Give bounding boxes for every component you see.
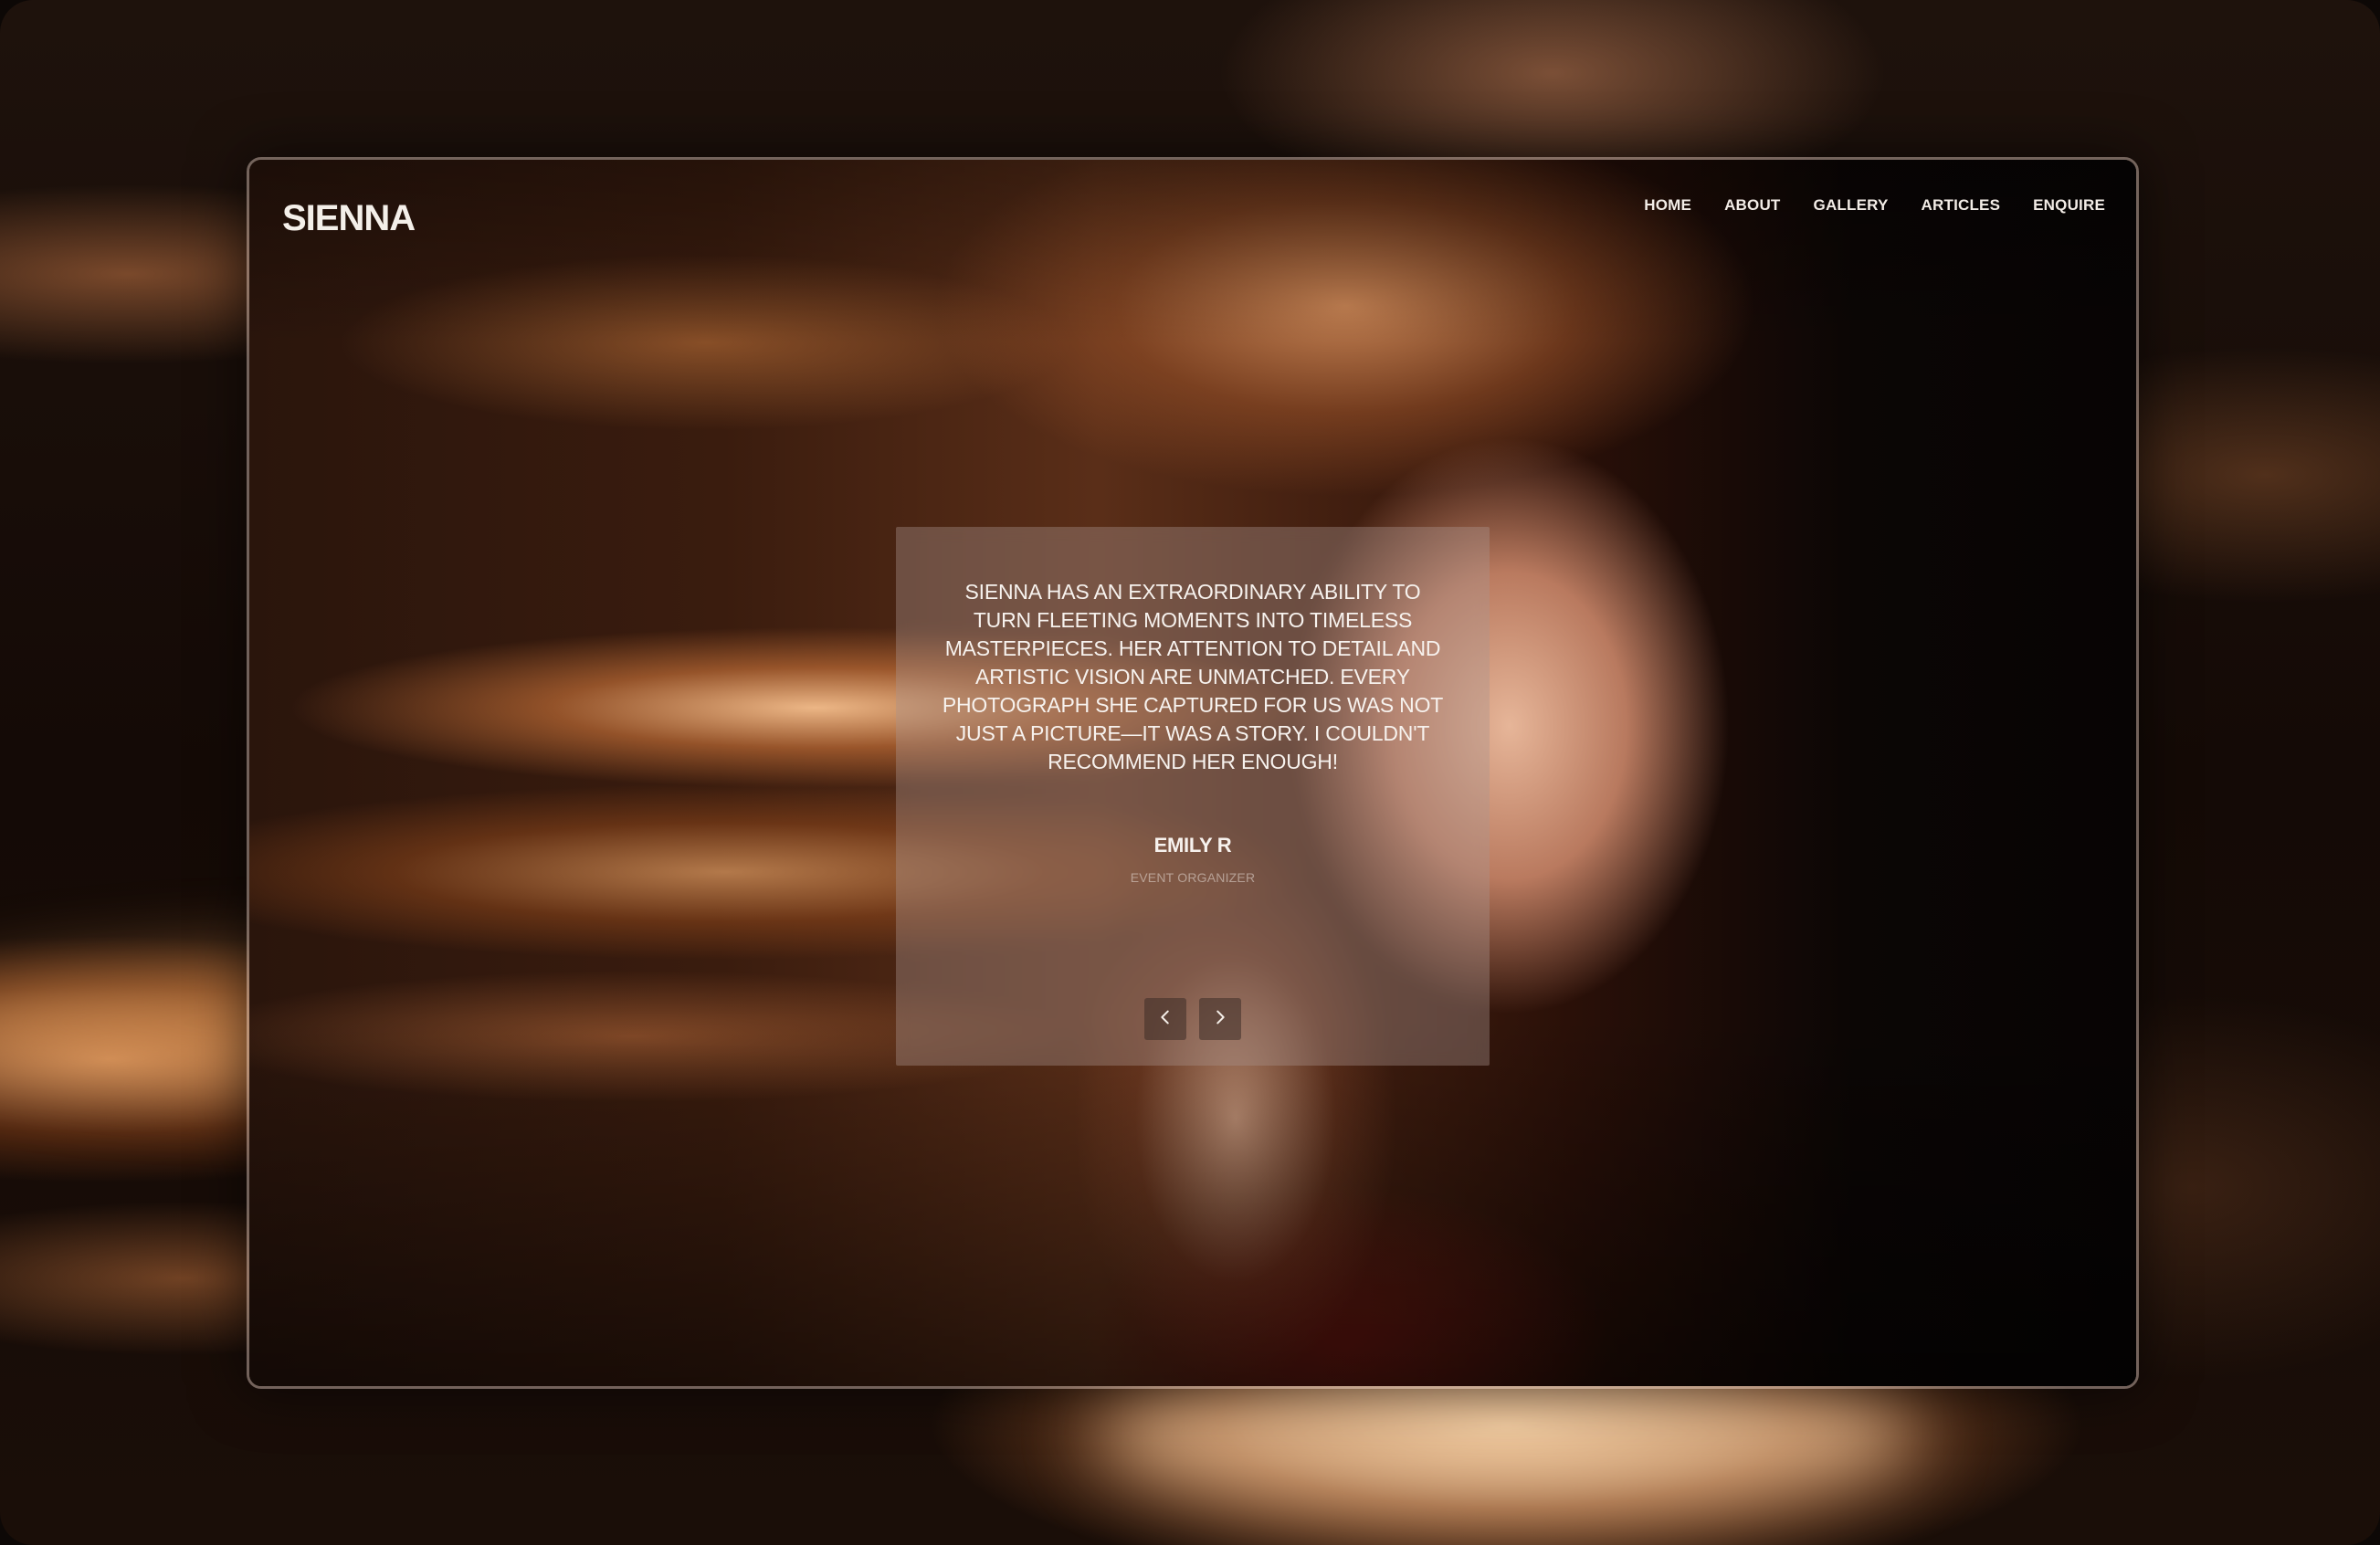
- testimonial-card: SIENNA HAS AN EXTRAORDINARY ABILITY TO T…: [896, 527, 1490, 1066]
- nav-item-articles[interactable]: ARTICLES: [1922, 196, 2001, 215]
- main-nav: HOME ABOUT GALLERY ARTICLES ENQUIRE: [1644, 196, 2105, 215]
- nav-item-gallery[interactable]: GALLERY: [1814, 196, 1889, 215]
- testimonial-quote: SIENNA HAS AN EXTRAORDINARY ABILITY TO T…: [942, 580, 1444, 773]
- nav-item-enquire[interactable]: ENQUIRE: [2033, 196, 2105, 215]
- testimonial-role: EVENT ORGANIZER: [1130, 870, 1256, 885]
- website-window: SIENNA HOME ABOUT GALLERY ARTICLES ENQUI…: [247, 157, 2139, 1389]
- chevron-left-icon: [1155, 1007, 1175, 1032]
- site-logo[interactable]: SIENNA: [282, 198, 416, 239]
- next-testimonial-button[interactable]: [1199, 998, 1241, 1040]
- chevron-right-icon: [1210, 1007, 1230, 1032]
- testimonial-author: EMILY R: [1153, 834, 1232, 857]
- nav-item-home[interactable]: HOME: [1644, 196, 1691, 215]
- background-canvas: SIENNA HOME ABOUT GALLERY ARTICLES ENQUI…: [0, 0, 2380, 1545]
- nav-item-about[interactable]: ABOUT: [1724, 196, 1780, 215]
- site-header: SIENNA HOME ABOUT GALLERY ARTICLES ENQUI…: [249, 160, 2136, 260]
- prev-testimonial-button[interactable]: [1144, 998, 1186, 1040]
- testimonial-controls: [896, 998, 1490, 1040]
